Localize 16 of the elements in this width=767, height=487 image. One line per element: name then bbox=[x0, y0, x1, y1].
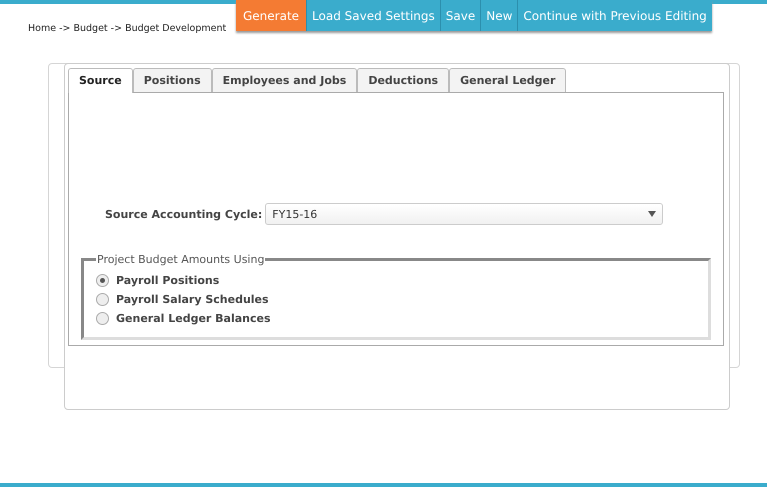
cycle-dropdown[interactable]: FY15-16 bbox=[265, 203, 664, 225]
radio-button[interactable] bbox=[96, 312, 109, 325]
caret-icon bbox=[648, 211, 656, 217]
radio-label[interactable]: Payroll Positions bbox=[116, 274, 220, 287]
group-legend: Project Budget Amounts Using bbox=[96, 253, 266, 266]
breadcrumb: Home -> Budget -> Budget Development bbox=[28, 23, 228, 34]
tab[interactable]: Source bbox=[68, 68, 133, 93]
tab[interactable]: Positions bbox=[132, 68, 212, 92]
field-label: Source Accounting Cycle: bbox=[105, 208, 262, 220]
radio-button[interactable] bbox=[96, 274, 109, 287]
radio-button[interactable] bbox=[96, 293, 109, 306]
tab[interactable]: Deductions bbox=[357, 68, 450, 92]
tab[interactable]: Employees and Jobs bbox=[212, 68, 358, 92]
radio-label[interactable]: Payroll Salary Schedules bbox=[116, 293, 269, 306]
tab[interactable]: General Ledger bbox=[449, 68, 566, 92]
radio-label[interactable]: General Ledger Balances bbox=[116, 312, 271, 325]
